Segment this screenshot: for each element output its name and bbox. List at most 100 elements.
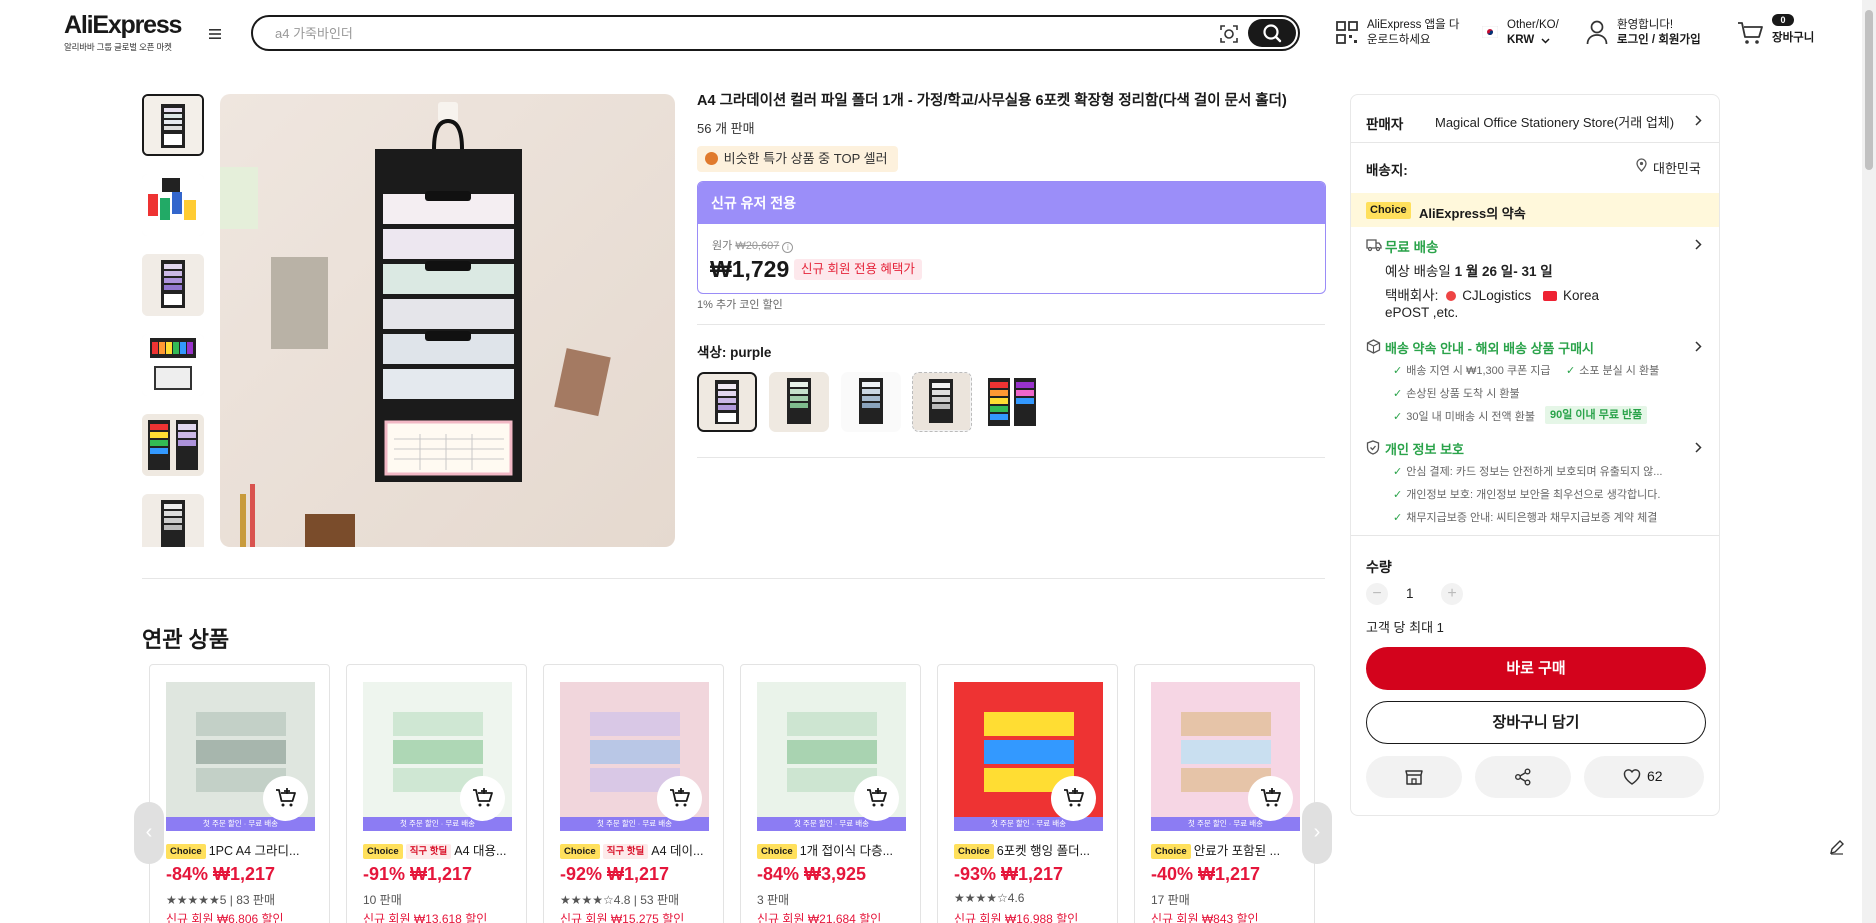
carrier-1: CJLogistics <box>1462 288 1532 303</box>
shield-check-icon <box>1366 440 1380 455</box>
quantity-decrease-button[interactable]: − <box>1366 583 1388 605</box>
product-card[interactable]: 첫 주문 할인 · 무료 배송 Choice 1PC A4 그라디... -84% ₩… <box>149 664 330 923</box>
menu-icon[interactable] <box>206 26 224 42</box>
product-card[interactable]: 첫 주문 할인 · 무료 배송 Choice 직구 핫딜 A4 대용... -91% ₩… <box>346 664 527 923</box>
product-card-image[interactable]: 첫 주문 할인 · 무료 배송 <box>363 682 512 831</box>
product-card-rating: 17 판매 <box>1151 893 1190 907</box>
free-return-badge: 90일 이내 무료 반품 <box>1545 406 1648 424</box>
currency: KRW <box>1507 34 1535 46</box>
chevron-right-icon[interactable] <box>1695 115 1702 126</box>
product-card-title[interactable]: Choice 직구 핫딜 A4 대용... <box>363 840 513 859</box>
add-to-cart-circle[interactable] <box>854 776 899 821</box>
product-card-image[interactable]: 첫 주문 할인 · 무료 배송 <box>166 682 315 831</box>
color-swatch[interactable] <box>697 372 757 432</box>
product-card-image[interactable]: 첫 주문 할인 · 무료 배송 <box>757 682 906 831</box>
carousel-prev-button[interactable]: ‹ <box>134 802 164 864</box>
product-card-title-text: 1개 접이식 다층... <box>799 844 894 858</box>
cart-icon <box>1738 22 1763 44</box>
scrollbar-thumb[interactable] <box>1865 10 1873 170</box>
location-pin-icon <box>1636 158 1647 172</box>
carrier-prefix: 택배회사: <box>1385 288 1443 303</box>
product-thumbnail[interactable] <box>142 494 204 547</box>
product-thumbnail[interactable] <box>142 334 204 396</box>
wishlist-count: 62 <box>1647 768 1663 784</box>
ship-to-value[interactable]: 대한민국 <box>1653 158 1701 177</box>
promo-header: 신규 유저 전용 <box>698 182 1325 224</box>
product-card[interactable]: 첫 주문 할인 · 무료 배송 Choice 6포켓 행잉 폴더... -93% ₩1… <box>937 664 1118 923</box>
promise-item-text: 손상된 상품 도착 시 환불 <box>1406 388 1520 400</box>
store-icon <box>1405 770 1423 785</box>
search-button[interactable] <box>1248 19 1296 47</box>
product-card-title[interactable]: Choice 6포켓 행잉 폴더... <box>954 840 1104 859</box>
choice-chip: Choice <box>363 844 403 859</box>
product-card-rating: 10 판매 <box>363 893 402 907</box>
product-card-image[interactable]: 첫 주문 할인 · 무료 배송 <box>954 682 1103 831</box>
share-button[interactable] <box>1475 756 1571 798</box>
promise-item: ✓ 배송 지연 시 ₩1,300 쿠폰 지급 <box>1393 362 1551 378</box>
aliexpress-logo[interactable]: AliExpress 알리바바 그룹 글로벌 오픈 마켓 <box>64 12 182 53</box>
color-swatch[interactable] <box>841 372 901 432</box>
check-icon: ✓ <box>1393 489 1403 501</box>
truck-icon <box>1366 239 1382 252</box>
user-icon <box>1586 20 1608 45</box>
product-card-title[interactable]: Choice 1PC A4 그라디... <box>166 840 316 859</box>
product-thumbnail[interactable] <box>142 414 204 476</box>
add-to-cart-button[interactable]: 장바구니 담기 <box>1366 701 1706 744</box>
page-scrollbar[interactable] <box>1862 0 1876 923</box>
check-icon: ✓ <box>1393 365 1403 377</box>
check-icon: ✓ <box>1393 388 1403 400</box>
quantity-limit: 고객 당 최대 1 <box>1366 620 1444 635</box>
image-search-icon[interactable] <box>1218 23 1240 45</box>
add-to-cart-circle[interactable] <box>263 776 308 821</box>
product-card[interactable]: 첫 주문 할인 · 무료 배송 Choice 직구 핫딜 A4 데이... -92% ₩… <box>543 664 724 923</box>
quantity-increase-button[interactable]: + <box>1441 583 1463 605</box>
add-to-cart-circle[interactable] <box>657 776 702 821</box>
coin-discount: 1% 추가 코인 할인 <box>697 299 783 311</box>
color-swatch[interactable] <box>769 372 829 432</box>
product-card-title[interactable]: Choice 1개 접이식 다층... <box>757 840 907 859</box>
product-card-title[interactable]: Choice 안료가 포함된 ... <box>1151 840 1301 859</box>
original-price-value: ₩20,607 <box>735 240 780 252</box>
product-card[interactable]: 첫 주문 할인 · 무료 배송 Choice 안료가 포함된 ... -40% ₩1,… <box>1134 664 1315 923</box>
buy-now-button[interactable]: 바로 구매 <box>1366 647 1706 690</box>
carrier-3: ePOST ,etc. <box>1385 305 1459 320</box>
info-icon[interactable]: i <box>782 242 794 253</box>
product-card-new-member: 신규 회원 ₩15,275 할인 <box>560 912 685 923</box>
store-button[interactable] <box>1366 756 1462 798</box>
color-swatch[interactable] <box>912 372 972 432</box>
wishlist-button[interactable]: 62 <box>1584 756 1704 798</box>
welcome-text: 환영합니다! <box>1617 19 1674 31</box>
quantity-label: 수량 <box>1366 559 1392 575</box>
product-card-new-member: 신규 회원 ₩843 할인 <box>1151 912 1259 923</box>
product-thumbnail[interactable] <box>142 94 204 156</box>
product-card-image[interactable]: 첫 주문 할인 · 무료 배송 <box>1151 682 1300 831</box>
add-to-cart-circle[interactable] <box>1051 776 1096 821</box>
free-shipping[interactable]: 무료 배송 <box>1385 236 1438 256</box>
chevron-right-icon[interactable] <box>1695 341 1702 352</box>
original-price: 원가 ₩20,607 i <box>712 237 794 253</box>
main-product-image[interactable] <box>220 94 675 547</box>
eta-value: 1 월 26 일- 31 일 <box>1454 264 1553 279</box>
product-thumbnail[interactable] <box>142 254 204 316</box>
quantity-value[interactable]: 1 <box>1406 586 1414 601</box>
chevron-right-icon[interactable] <box>1695 239 1702 250</box>
search-input[interactable] <box>275 23 1175 43</box>
add-cart-icon <box>670 788 690 807</box>
login-link[interactable]: 로그인 / 회원가입 <box>1617 33 1701 48</box>
carousel-next-button[interactable]: › <box>1302 802 1332 864</box>
product-card-image[interactable]: 첫 주문 할인 · 무료 배송 <box>560 682 709 831</box>
product-card-title[interactable]: Choice 직구 핫딜 A4 데이... <box>560 840 710 859</box>
seller-name[interactable]: Magical Office Stationery Store(거래 업체) <box>1435 112 1674 131</box>
product-card-rating: ★★★★★5 | 83 판매 <box>166 893 276 907</box>
delivery-promise-title[interactable]: 배송 약속 안내 - 해외 배송 상품 구매시 <box>1385 338 1594 357</box>
privacy-title[interactable]: 개인 정보 보호 <box>1385 439 1464 458</box>
product-thumbnail[interactable] <box>142 174 204 236</box>
product-card[interactable]: 첫 주문 할인 · 무료 배송 Choice 1개 접이식 다층... -84% ₩3… <box>740 664 921 923</box>
edit-icon[interactable] <box>1828 838 1846 856</box>
color-swatch[interactable] <box>982 372 1042 432</box>
add-to-cart-circle[interactable] <box>1248 776 1293 821</box>
chevron-right-icon[interactable] <box>1695 442 1702 453</box>
add-to-cart-circle[interactable] <box>460 776 505 821</box>
color-value: purple <box>730 345 772 360</box>
cart-count-badge: 0 <box>1772 14 1794 26</box>
